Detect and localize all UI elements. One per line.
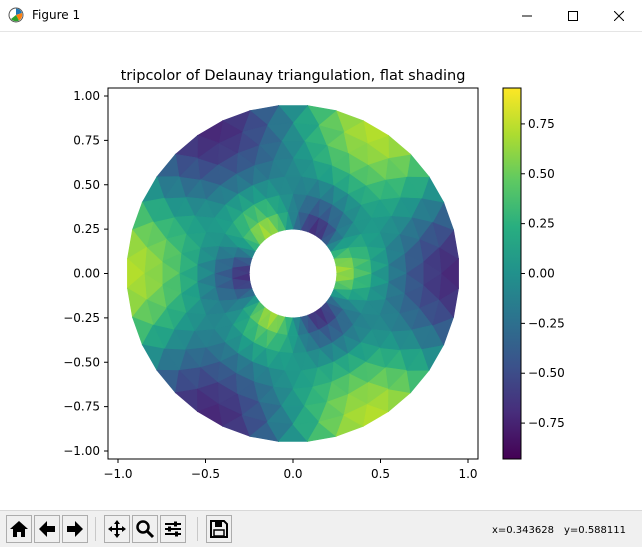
sliders-icon: [163, 519, 183, 539]
figure-app-icon: [8, 7, 24, 23]
home-icon: [9, 519, 29, 539]
colorbar-axis: 0.75 0.50 0.25 0.00 −0.25 −0.50 −0.75: [521, 117, 565, 430]
toolbar-separator: [95, 517, 96, 541]
colorbar: [502, 87, 522, 460]
y-tick-label: −0.75: [63, 400, 100, 414]
x-tick-label: −0.5: [191, 467, 220, 481]
floppy-disk-icon: [209, 519, 229, 539]
x-axis: −1.0 −0.5 0.0 0.5 1.0: [103, 459, 478, 481]
x-tick-label: −1.0: [103, 467, 132, 481]
colorbar-tick-label: −0.75: [528, 416, 565, 430]
pan-arrows-icon: [107, 519, 127, 539]
colorbar-tick-label: 0.00: [528, 267, 555, 281]
subplots-button[interactable]: [160, 515, 186, 543]
y-tick-label: −0.25: [63, 311, 100, 325]
maximize-button[interactable]: [550, 0, 596, 31]
zoom-button[interactable]: [132, 515, 158, 543]
forward-button[interactable]: [62, 515, 88, 543]
chart-title: tripcolor of Delaunay triangulation, fla…: [121, 68, 466, 84]
cursor-coordinates: x=0.343628 y=0.588111: [482, 525, 626, 536]
x-coordinate: x=0.343628: [491, 525, 554, 536]
toolbar-separator: [197, 517, 198, 541]
x-tick-label: 0.0: [283, 467, 302, 481]
colorbar-tick-label: 0.75: [528, 117, 555, 131]
colorbar-tick-label: −0.50: [528, 366, 565, 380]
window-title: Figure 1: [32, 8, 81, 22]
y-tick-label: 1.00: [73, 89, 100, 103]
y-tick-label: 0.00: [73, 267, 100, 281]
save-button[interactable]: [206, 515, 232, 543]
y-tick-label: 0.25: [73, 222, 100, 236]
navigation-toolbar: x=0.343628 y=0.588111: [0, 510, 642, 547]
home-button[interactable]: [6, 515, 32, 543]
figure-canvas[interactable]: tripcolor of Delaunay triangulation, fla…: [0, 32, 642, 510]
minimize-button[interactable]: [504, 0, 550, 31]
y-tick-label: 0.50: [73, 178, 100, 192]
colorbar-tick-label: 0.25: [528, 217, 555, 231]
y-tick-label: 0.75: [73, 133, 100, 147]
y-tick-label: −0.50: [63, 355, 100, 369]
magnifier-icon: [135, 519, 155, 539]
back-button[interactable]: [34, 515, 60, 543]
colorbar-tick-label: −0.25: [528, 316, 565, 330]
close-button[interactable]: [596, 0, 642, 31]
forward-arrow-icon: [65, 519, 85, 539]
window-title-bar: Figure 1: [0, 0, 642, 32]
back-arrow-icon: [37, 519, 57, 539]
pan-button[interactable]: [104, 515, 130, 543]
x-tick-label: 0.5: [371, 467, 390, 481]
x-tick-label: 1.0: [458, 467, 477, 481]
y-axis: 1.00 0.75 0.50 0.25 0.00 −0.25 −0.50 −0.75 −1.00: [63, 89, 108, 458]
y-coordinate: y=0.588111: [563, 525, 626, 536]
y-tick-label: −1.00: [63, 444, 100, 458]
colorbar-tick-label: 0.50: [528, 167, 555, 181]
